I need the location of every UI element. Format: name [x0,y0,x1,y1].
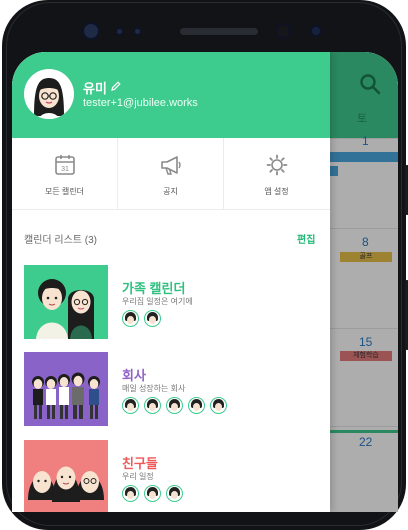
calendar-thumbnail [24,440,108,512]
user-name: 유미 [83,81,107,96]
menu-all-calendars[interactable]: 31 모든 캘린더 [12,138,117,209]
user-avatar-illustration [34,78,64,119]
family-illustration [36,279,94,339]
sensor-icon [115,27,124,36]
member-avatar [122,397,139,414]
calendar-name: 친구들 [122,456,158,471]
member-avatar [144,485,161,502]
member-avatar [122,485,139,502]
avatar[interactable] [24,69,74,119]
menu-item-label: 모든 캘린더 [44,187,85,196]
sensor-icon [310,25,322,37]
edit-button[interactable]: 편집 [297,231,315,246]
megaphone-icon [161,156,181,175]
app-screen: 토 1 8 골프 15 체험학습 22 유미 tester+1@jubilee.… [12,52,398,512]
calendar-list-title: 캘린더 리스트 (3) [24,235,97,246]
gear-icon [266,154,288,176]
calendar-name: 가족 캘린더 [122,281,186,296]
calendar-thumbnail [24,352,108,426]
member-avatar [166,485,183,502]
calendar-list-item[interactable]: 친구들 우리 일정 [12,440,330,512]
member-avatar [188,397,205,414]
member-avatar [210,397,227,414]
sensor-icon [133,27,142,36]
menu-item-label: 공지 [163,187,178,196]
member-avatar [166,397,183,414]
earpiece-speaker [180,28,258,35]
calendar-list-item[interactable]: 가족 캘린더 우리집 일정은 여기에 [12,265,330,341]
member-avatar [144,397,161,414]
calendar-description: 우리집 일정은 여기에 [122,297,193,306]
member-avatars [122,485,188,503]
member-avatars [122,397,232,415]
drawer-header: 유미 tester+1@jubilee.works [12,52,330,138]
friends-illustration [28,466,104,502]
user-email: tester+1@jubilee.works [83,97,198,109]
drawer-menu: 31 모든 캘린더 공지 앱 설정 [12,138,330,210]
pencil-icon[interactable] [110,80,122,92]
front-camera-icon [275,23,291,39]
calendar-description: 우리 일정 [122,472,154,481]
member-avatars [122,310,166,328]
member-avatar [144,310,161,327]
calendar-icon-number: 31 [61,166,69,173]
calendar-name: 회사 [122,368,146,383]
menu-app-settings[interactable]: 앱 설정 [224,138,329,209]
company-illustration [32,372,100,419]
member-avatar [122,310,139,327]
menu-notice[interactable]: 공지 [118,138,223,209]
calendar-description: 매일 성장하는 회사 [122,384,186,393]
front-camera-icon [82,22,100,40]
calendar-31-icon: 31 [55,155,75,175]
calendar-list-item[interactable]: 회사 매일 성장하는 회사 [12,352,330,428]
calendar-thumbnail [24,265,108,339]
menu-item-label: 앱 설정 [264,187,289,196]
navigation-drawer: 유미 tester+1@jubilee.works 31 모든 캘린더 공지 앱… [12,52,330,512]
